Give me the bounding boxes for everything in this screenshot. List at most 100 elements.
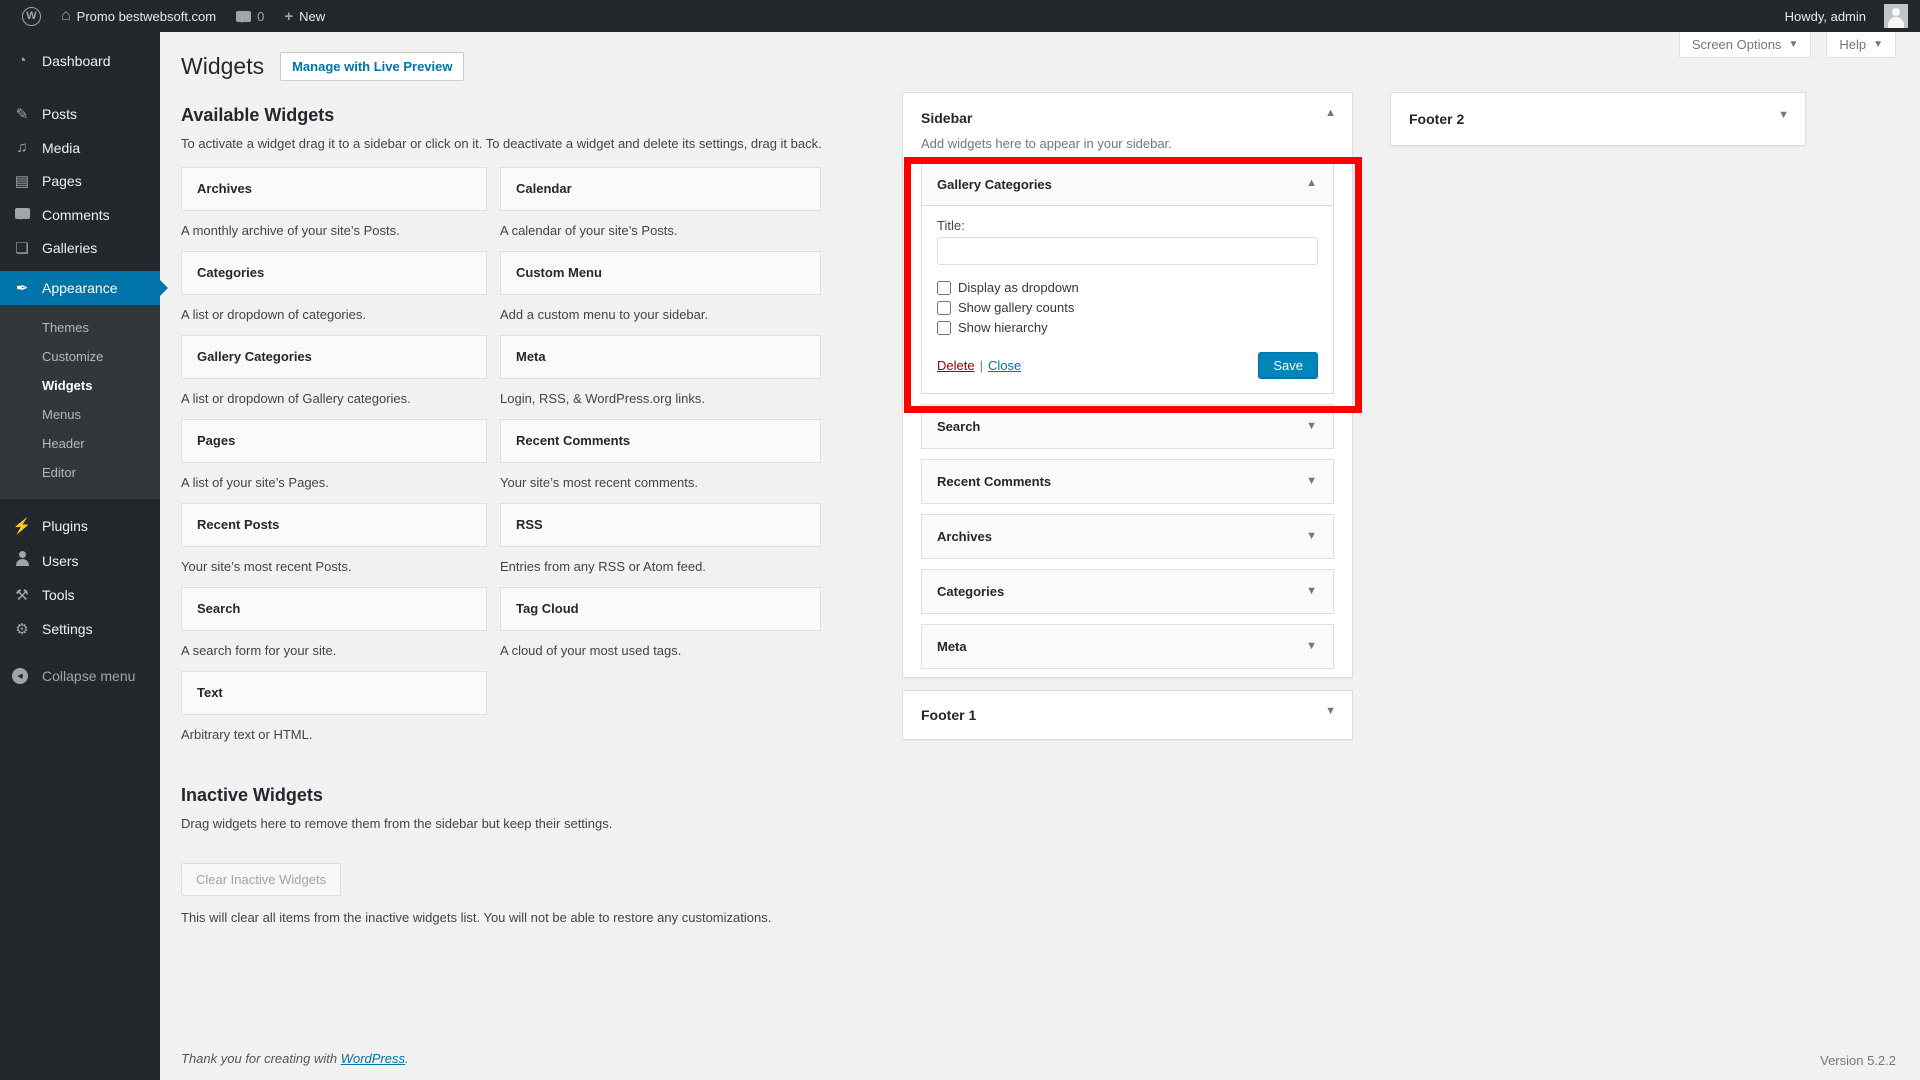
- widget-title-input[interactable]: [937, 237, 1318, 265]
- comments-shortcut[interactable]: 0: [226, 0, 274, 32]
- sidebar-item-tools[interactable]: ⚒ Tools: [0, 578, 160, 612]
- expand-panel-icon[interactable]: ▼: [1325, 705, 1336, 717]
- gallery-categories-widget-header[interactable]: Gallery Categories ▲: [922, 164, 1333, 206]
- new-label: New: [299, 9, 325, 24]
- sidebar-item-settings[interactable]: ⚙ Settings: [0, 612, 160, 646]
- submenu-item-header[interactable]: Header: [0, 429, 160, 458]
- footer-version: Version 5.2.2: [1820, 1053, 1896, 1068]
- expand-widget-icon[interactable]: ▼: [1306, 585, 1317, 597]
- expand-widget-icon[interactable]: ▼: [1306, 530, 1317, 542]
- chevron-down-icon: ▼: [1788, 39, 1798, 50]
- widget-card-search[interactable]: Search: [181, 587, 487, 631]
- manage-live-preview-button[interactable]: Manage with Live Preview: [280, 52, 464, 81]
- expand-panel-icon[interactable]: ▼: [1778, 109, 1789, 121]
- user-icon: [12, 551, 32, 570]
- submenu-item-widgets[interactable]: Widgets: [0, 371, 160, 400]
- title-field-label: Title:: [937, 218, 1318, 233]
- widget-card-rss[interactable]: RSS: [500, 503, 821, 547]
- galleries-icon: ❏: [12, 239, 32, 257]
- comments-count: 0: [257, 9, 264, 24]
- submenu-item-customize[interactable]: Customize: [0, 342, 160, 371]
- sidebar-item-users[interactable]: Users: [0, 543, 160, 578]
- plus-icon: +: [284, 8, 293, 25]
- widget-card-text[interactable]: Text: [181, 671, 487, 715]
- howdy-account-menu[interactable]: Howdy, admin: [1775, 0, 1876, 32]
- widget-card-meta[interactable]: Meta: [500, 335, 821, 379]
- sidebar-widget-search[interactable]: Search ▼: [921, 404, 1334, 449]
- sidebar-widget-recent-comments[interactable]: Recent Comments ▼: [921, 459, 1334, 504]
- widget-card-gallery-categories[interactable]: Gallery Categories: [181, 335, 487, 379]
- close-widget-link[interactable]: Close: [988, 358, 1021, 373]
- chevron-down-icon: ▼: [1873, 39, 1883, 50]
- submenu-item-menus[interactable]: Menus: [0, 400, 160, 429]
- page-title: Widgets: [181, 52, 264, 81]
- admin-side-menu: ◔ Dashboard ✎ Posts ♫ Media ▤ Pages Comm…: [0, 32, 160, 1080]
- submenu-item-themes[interactable]: Themes: [0, 313, 160, 342]
- collapse-menu-button[interactable]: ◀ Collapse menu: [0, 660, 160, 692]
- comment-bubble-icon: [236, 11, 251, 22]
- pin-icon: ✎: [12, 105, 32, 123]
- available-widgets-description: To activate a widget drag it to a sideba…: [181, 134, 837, 154]
- clear-inactive-widgets-button[interactable]: Clear Inactive Widgets: [181, 863, 341, 896]
- sidebar-item-media[interactable]: ♫ Media: [0, 131, 160, 164]
- widget-card-pages[interactable]: Pages: [181, 419, 487, 463]
- sidebar-panel-description: Add widgets here to appear in your sideb…: [921, 135, 1334, 153]
- footer-thanks: Thank you for creating with WordPress.: [181, 1051, 409, 1066]
- widget-card-tag-cloud[interactable]: Tag Cloud: [500, 587, 821, 631]
- sidebar-widget-categories[interactable]: Categories ▼: [921, 569, 1334, 614]
- widget-card-custom-menu[interactable]: Custom Menu: [500, 251, 821, 295]
- show-hierarchy-checkbox[interactable]: [937, 321, 951, 335]
- sidebar-panel-title: Sidebar: [921, 110, 972, 126]
- widget-card-recent-comments[interactable]: Recent Comments: [500, 419, 821, 463]
- sidebar-item-plugins[interactable]: ⚡ Plugins: [0, 509, 160, 543]
- screen-options-button[interactable]: Screen Options ▼: [1679, 32, 1812, 58]
- admin-bar: W ⌂ Promo bestwebsoft.com 0 + New Howdy,…: [0, 0, 1920, 32]
- footer2-widget-area-panel: Footer 2 ▼: [1390, 92, 1806, 146]
- sidebar-widget-meta[interactable]: Meta ▼: [921, 624, 1334, 669]
- collapse-panel-icon[interactable]: ▲: [1325, 107, 1336, 119]
- show-gallery-counts-checkbox[interactable]: [937, 301, 951, 315]
- collapse-widget-icon[interactable]: ▲: [1306, 177, 1317, 189]
- show-hierarchy-row[interactable]: Show hierarchy: [937, 318, 1318, 338]
- wordpress-logo-icon: W: [22, 7, 41, 26]
- help-button[interactable]: Help ▼: [1826, 32, 1896, 58]
- sidebar-item-appearance[interactable]: ✒ Appearance: [0, 271, 160, 305]
- expand-widget-icon[interactable]: ▼: [1306, 475, 1317, 487]
- widget-card-categories[interactable]: Categories: [181, 251, 487, 295]
- wordpress-link[interactable]: WordPress: [341, 1051, 405, 1066]
- plug-icon: ⚡: [12, 517, 32, 535]
- expand-widget-icon[interactable]: ▼: [1306, 640, 1317, 652]
- available-widgets-title: Available Widgets: [181, 105, 837, 126]
- gallery-categories-widget-open: Gallery Categories ▲ Title: Display as d…: [921, 163, 1334, 394]
- sidebar-widget-archives[interactable]: Archives ▼: [921, 514, 1334, 559]
- widget-card-archives[interactable]: Archives: [181, 167, 487, 211]
- site-name-link[interactable]: ⌂ Promo bestwebsoft.com: [51, 0, 226, 32]
- footer1-widget-area-panel: Footer 1 ▼: [902, 690, 1353, 740]
- wordpress-logo-menu[interactable]: W: [12, 0, 51, 32]
- inactive-widgets-description: Drag widgets here to remove them from th…: [181, 814, 837, 834]
- site-name-label: Promo bestwebsoft.com: [77, 9, 216, 24]
- widget-card-calendar[interactable]: Calendar: [500, 167, 821, 211]
- user-avatar[interactable]: [1884, 4, 1908, 28]
- sidebar-item-dashboard[interactable]: ◔ Dashboard: [0, 44, 160, 77]
- show-gallery-counts-row[interactable]: Show gallery counts: [937, 298, 1318, 318]
- display-as-dropdown-checkbox[interactable]: [937, 281, 951, 295]
- footer1-panel-title: Footer 1: [921, 707, 976, 723]
- submenu-item-editor[interactable]: Editor: [0, 458, 160, 487]
- delete-widget-link[interactable]: Delete: [937, 358, 975, 373]
- home-icon: ⌂: [61, 8, 71, 24]
- sidebar-item-posts[interactable]: ✎ Posts: [0, 97, 160, 131]
- comments-icon: [12, 206, 32, 223]
- sidebar-item-pages[interactable]: ▤ Pages: [0, 164, 160, 198]
- save-button[interactable]: Save: [1258, 352, 1318, 379]
- sidebar-item-comments[interactable]: Comments: [0, 198, 160, 231]
- footer2-panel-title: Footer 2: [1409, 111, 1464, 127]
- new-content-menu[interactable]: + New: [274, 0, 335, 32]
- inactive-widgets-note: This will clear all items from the inact…: [181, 908, 837, 928]
- display-as-dropdown-row[interactable]: Display as dropdown: [937, 278, 1318, 298]
- wrench-icon: ⚒: [12, 586, 32, 604]
- expand-widget-icon[interactable]: ▼: [1306, 420, 1317, 432]
- paintbrush-icon: ✒: [12, 279, 32, 297]
- sidebar-item-galleries[interactable]: ❏ Galleries: [0, 231, 160, 265]
- widget-card-recent-posts[interactable]: Recent Posts: [181, 503, 487, 547]
